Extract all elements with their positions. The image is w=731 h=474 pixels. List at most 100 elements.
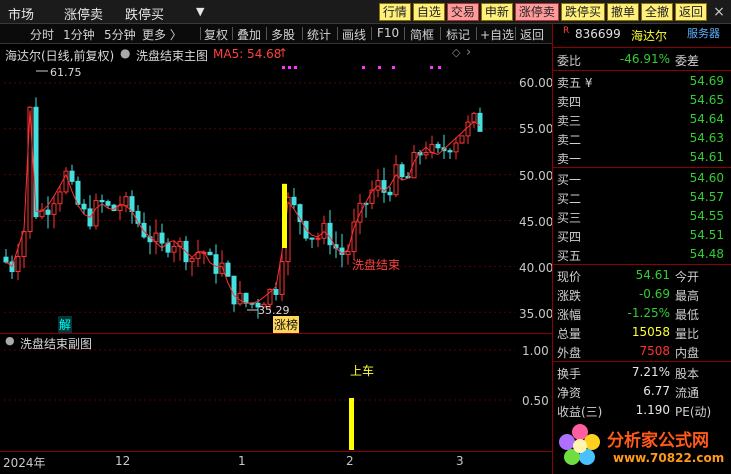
toolbar-divider [404,27,405,40]
candle-body [225,262,231,277]
candle-body [351,221,357,253]
candle-body [219,262,225,274]
candle-body [471,112,477,123]
site-logo: 分析家公式网 www.70822.com [553,416,731,474]
tab-intraday[interactable]: 分时 [30,26,54,43]
toolbar-divider [232,27,233,40]
signal-dot [362,66,365,69]
x-label: 2024年 [3,456,46,470]
tab-1min[interactable]: 1分钟 [63,26,95,43]
quote-row: 净资 6.77 流通 [557,384,700,400]
menu-limit-down-buy[interactable]: 跌停买 [125,4,164,23]
toolbar-divider [337,27,338,40]
flower-logo-icon [559,424,600,465]
signal-dot [392,66,395,69]
mark-zhangbang[interactable]: 涨榜 [273,316,300,333]
candle-body [477,112,483,132]
quick-buttons: 行情 自选 交易 申新 涨停卖 跌停买 撤单 全撤 返回 [378,3,707,21]
toolbar-divider [302,27,303,40]
tool-add-watchlist[interactable]: +自选 [480,26,514,43]
btn-watchlist[interactable]: 自选 [412,3,445,21]
btn-limit-up-sell[interactable]: 涨停卖 [514,3,559,21]
settings-dot-icon[interactable]: ● [5,334,15,347]
tool-draw-line[interactable]: 画线 [342,26,366,43]
signal-label: 洗盘结束 [352,258,401,272]
weibi-row: 委比 -46.91% 委差 [557,52,700,68]
tool-mark[interactable]: 标记 [446,26,470,43]
candle-body [153,232,159,243]
menu-limit-up-sell[interactable]: 涨停卖 [64,4,103,23]
x-label: 12 [115,454,131,468]
close-icon[interactable]: × [711,3,727,21]
candle-body [447,150,453,153]
stock-code: 836699 [575,27,621,41]
candle-body [231,275,237,305]
candle-body [273,289,279,295]
high-price-label: 61.75 [50,66,82,79]
quote-row: 卖五 ¥54.69 [557,74,724,90]
menu-dropdown-icon[interactable]: ▼ [196,5,204,18]
candle-body [3,256,9,263]
settings-dot-icon[interactable]: ● [120,46,130,60]
btn-cancel-order[interactable]: 撤单 [606,3,639,21]
quote-row: 总量 15058 量比 [557,325,700,341]
r-badge-icon: R [563,26,570,36]
tool-overlay[interactable]: 叠加 [237,26,261,43]
tool-return[interactable]: 返回 [520,26,544,43]
btn-trade[interactable]: 交易 [446,3,479,21]
tab-more[interactable]: 更多 〉 [142,26,182,43]
diamond-icon[interactable]: ◇ [452,46,460,59]
btn-cancel-all[interactable]: 全撤 [640,3,673,21]
quote-row: 卖一 54.61 [557,150,724,166]
btn-quote[interactable]: 行情 [378,3,411,21]
candle-body [57,191,63,205]
candle-body [93,200,99,227]
candle-body [315,237,321,240]
main-price-chart[interactable]: 海达尔(日线,前复权) ● 洗盘结束主图 MA5: 54.68 ↑ ◇ › 61… [0,44,553,333]
signal-dot [282,66,285,69]
btn-ipo[interactable]: 申新 [480,3,513,21]
tool-f10[interactable]: F10 [377,26,399,40]
tool-statistics[interactable]: 统计 [307,26,331,43]
indicator-name[interactable]: 洗盘结束主图 [136,47,208,64]
candle-body [81,203,87,210]
menu-market[interactable]: 市场 [8,4,34,23]
mark-jie[interactable]: 解 [58,316,73,333]
candle-body [99,200,105,203]
tab-5min[interactable]: 5分钟 [104,26,136,43]
candle-body [159,232,165,244]
signal-dot [438,66,441,69]
candle-body [459,135,465,144]
btn-limit-down-buy[interactable]: 跌停买 [560,3,605,21]
tool-multi-stock[interactable]: 多股 [271,26,295,43]
quote-row: 买三 54.55 [557,209,724,225]
quote-row: 外盘 7508 内盘 [557,344,700,360]
quote-row: 买二 54.57 [557,190,724,206]
candle-body [213,254,219,274]
toolbar-divider [476,27,477,40]
arrow-up-icon: ↑ [278,46,289,60]
quote-row: 买四 54.51 [557,228,724,244]
sub-indicator-chart[interactable]: ● 洗盘结束副图 上车 1.00 0.50 [0,333,552,451]
server-link[interactable]: 服务器 [687,25,720,41]
candle-body [207,251,213,256]
logo-text: 分析家公式网 [607,431,709,451]
candle-body [321,222,327,239]
tool-simple-frame[interactable]: 简框 [410,26,434,43]
toolbar-divider [515,27,516,40]
quote-row: 换手 7.21% 股本 [557,365,700,381]
candle-body [15,256,21,273]
ma5-label: MA5: 54.68 [213,47,282,61]
sub-signal-label: 上车 [350,364,375,378]
candle-body [393,164,399,196]
chevron-right-icon[interactable]: › [466,45,471,60]
sub-signal-bar [349,398,354,450]
candlestick-plot [3,66,515,319]
quote-row: 买五 54.48 [557,247,724,263]
sub-indicator-title[interactable]: 洗盘结束副图 [20,335,92,352]
candle-body [123,196,129,207]
signal-bar [282,183,287,249]
tool-adjust[interactable]: 复权 [204,26,228,43]
quote-row: 买一 54.60 [557,171,724,187]
btn-back[interactable]: 返回 [674,3,707,21]
